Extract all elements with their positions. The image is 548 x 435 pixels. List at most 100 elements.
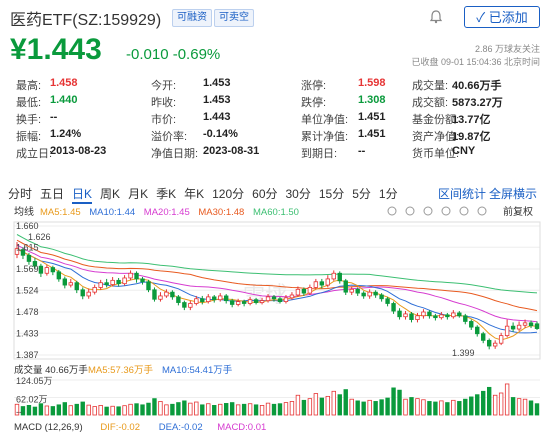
volume-bar xyxy=(152,398,157,416)
volume-bar xyxy=(486,386,492,416)
ma-legend-item: MA20:1.45 xyxy=(144,207,190,218)
volume-bar xyxy=(146,402,151,416)
volume-bar xyxy=(92,406,97,416)
chart-tool-icon xyxy=(477,206,487,216)
y-tick-label: 1.433 xyxy=(16,328,39,338)
candle-body xyxy=(331,272,336,280)
candle-body xyxy=(104,282,109,285)
volume-bar xyxy=(397,389,402,416)
volume-bar xyxy=(134,403,139,416)
candle-body xyxy=(498,335,504,344)
candle-body xyxy=(241,301,247,304)
volume-bar xyxy=(457,401,462,416)
vol-legend-item: 成交量 40.66万手 xyxy=(14,364,88,376)
candle-body xyxy=(44,267,50,274)
candle-body xyxy=(397,310,402,318)
candle-body xyxy=(427,311,432,317)
vol-tick-label: 62.02万 xyxy=(16,395,48,405)
volume-bar xyxy=(277,403,283,416)
y-tick-label: 1.569 xyxy=(16,264,39,274)
volume-bar xyxy=(319,397,325,416)
kline-chart[interactable]: 均线 MA5:1.45 MA10:1.44 MA20:1.45 MA30:1.48 MA6… xyxy=(0,0,548,435)
candle-body xyxy=(164,291,169,297)
candle-body xyxy=(325,278,331,286)
volume-bar xyxy=(451,399,456,416)
candle-body xyxy=(80,289,85,297)
candle-body xyxy=(229,300,235,305)
candle-body xyxy=(253,299,259,303)
candle-body xyxy=(492,342,498,347)
candle-body xyxy=(56,271,62,280)
candle-body xyxy=(265,296,271,302)
candle-body xyxy=(403,313,408,318)
low-label: 1.399 xyxy=(452,348,475,358)
candle-body xyxy=(98,282,103,288)
candle-body xyxy=(481,333,486,341)
candle-body xyxy=(68,282,73,286)
candle-body xyxy=(439,314,444,319)
candle-body xyxy=(349,288,354,293)
volume-bar xyxy=(26,405,32,416)
volume-bar xyxy=(367,399,372,416)
volume-bar xyxy=(122,405,127,416)
candle-body xyxy=(516,324,522,330)
volume-bar xyxy=(355,400,360,416)
candle-body xyxy=(200,298,205,303)
candle-body xyxy=(343,280,348,293)
candle-body xyxy=(283,297,289,303)
volume-bar xyxy=(271,403,277,416)
volume-bar xyxy=(116,406,121,416)
candle-body xyxy=(337,272,342,282)
candle-body xyxy=(235,301,241,305)
volume-bar xyxy=(445,402,450,416)
candle-body xyxy=(475,326,480,335)
ma-toggle-label: 均线 xyxy=(14,205,34,218)
vol-legend-item: MA10:54.41万手 xyxy=(162,364,233,376)
candle-body xyxy=(522,322,528,326)
volume-bar xyxy=(343,389,348,416)
volume-bar xyxy=(259,405,265,416)
volume-bar xyxy=(534,403,540,416)
candle-body xyxy=(373,291,378,296)
volume-bar xyxy=(522,398,528,416)
candle-body xyxy=(218,295,223,301)
candle-body xyxy=(92,287,97,293)
candle-body xyxy=(158,295,163,300)
volume-bar xyxy=(68,405,73,416)
volume-bar xyxy=(104,406,109,416)
volume-bar xyxy=(403,398,408,416)
chart-tool-icon xyxy=(459,206,469,216)
volume-bar xyxy=(289,401,295,416)
candle-body xyxy=(486,339,492,347)
candle-body xyxy=(469,321,474,328)
candle-body xyxy=(415,315,420,320)
candle-body xyxy=(188,303,193,308)
candle-body xyxy=(38,265,44,274)
candle-body xyxy=(504,325,510,337)
macd-legend-item: MACD:0.01 xyxy=(217,422,266,433)
volume-bar xyxy=(265,402,271,416)
volume-bar xyxy=(283,402,289,416)
candle-body xyxy=(295,288,301,296)
volume-bar xyxy=(433,401,438,416)
ma-legend-item: MA30:1.48 xyxy=(198,207,244,218)
volume-bar xyxy=(379,399,384,416)
y-tick-label: 1.387 xyxy=(16,350,39,360)
volume-bar xyxy=(200,404,205,416)
volume-bar xyxy=(176,402,181,416)
candle-body xyxy=(247,299,253,304)
volume-bar xyxy=(409,397,414,416)
volume-bar xyxy=(247,403,253,416)
macd-legend-item: MACD (12,26,9) xyxy=(14,422,83,433)
candle-body xyxy=(116,279,121,285)
volume-bar xyxy=(194,401,199,416)
chart-tool-icon xyxy=(405,206,415,216)
volume-bar xyxy=(170,403,175,416)
high-label: 1.626 xyxy=(28,232,51,242)
candle-body xyxy=(391,303,396,312)
volume-bar xyxy=(38,403,44,416)
candle-body xyxy=(259,300,265,303)
volume-bar xyxy=(62,402,68,416)
candle-body xyxy=(319,281,325,286)
volume-bar xyxy=(475,394,480,416)
